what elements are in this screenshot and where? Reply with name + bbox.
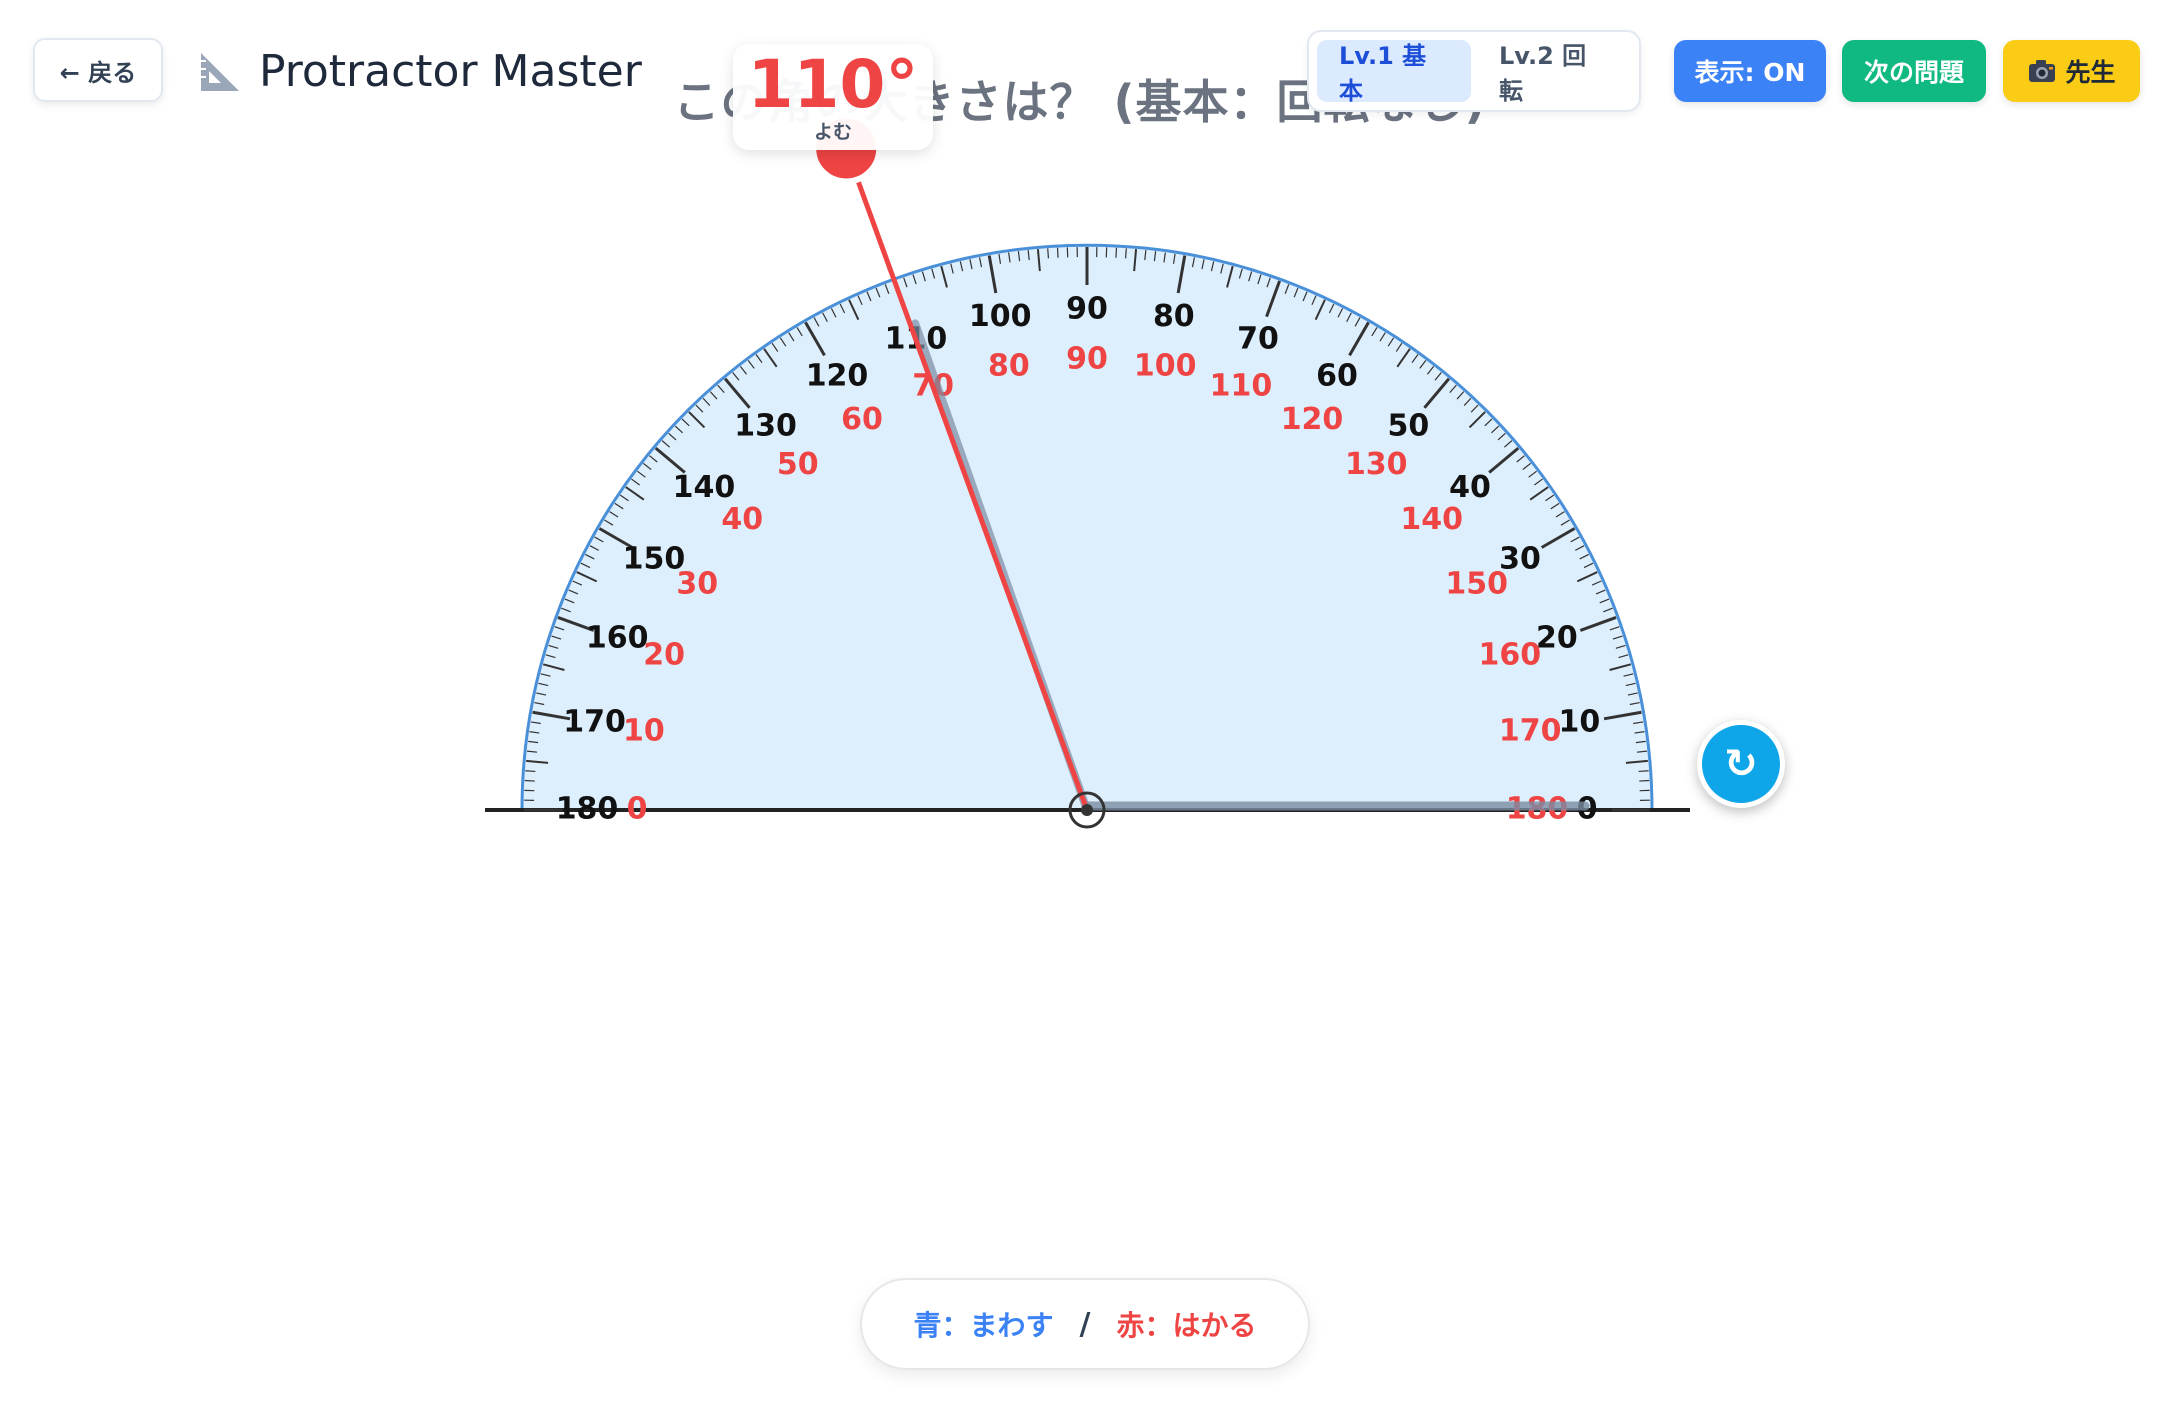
scale-tick xyxy=(525,770,536,773)
inner-scale-label: 160 xyxy=(1479,638,1542,673)
next-question-button[interactable]: 次の問題 xyxy=(1842,40,1986,102)
camera-icon xyxy=(2029,60,2056,82)
angle-readout-caption: よむ xyxy=(813,121,852,143)
outer-scale-label: 90 xyxy=(1066,292,1108,327)
outer-scale-label: 120 xyxy=(806,358,869,393)
scale-tick xyxy=(1047,248,1050,259)
center-dot xyxy=(1081,804,1093,816)
scale-tick xyxy=(1638,770,1649,773)
rotate-icon: ↻ xyxy=(1724,741,1758,787)
protractor-face[interactable] xyxy=(520,243,1654,812)
outer-scale-label: 20 xyxy=(1536,620,1578,655)
inner-scale-label: 40 xyxy=(721,502,763,537)
outer-scale-label: 40 xyxy=(1449,470,1491,505)
inner-scale-label: 120 xyxy=(1281,402,1344,437)
inner-scale-label: 10 xyxy=(623,713,665,748)
rotate-button[interactable]: ↻ xyxy=(1697,720,1785,808)
app-screen: この角の大きさは？ (基本：回転なし) 180 170 160 150 140 130 12… xyxy=(0,0,2160,1411)
app-title-text: Protractor Master xyxy=(259,45,642,97)
outer-scale-label: 70 xyxy=(1237,322,1279,357)
scale-tick xyxy=(1056,247,1059,258)
outer-scale-label: 170 xyxy=(563,705,626,740)
inner-scale-label: 30 xyxy=(676,567,718,602)
outer-scale-label: 160 xyxy=(586,620,649,655)
app-title: Protractor Master xyxy=(195,40,642,102)
tab-level-1[interactable]: Lv.1 基本 xyxy=(1317,40,1471,105)
triangle-ruler-icon xyxy=(201,53,239,91)
inner-scale-label: 50 xyxy=(777,447,819,482)
outer-scale-label: 130 xyxy=(734,408,797,443)
inner-scale-label: 100 xyxy=(1134,348,1197,383)
level-switch: Lv.1 基本 Lv.2 回転 xyxy=(1307,30,1641,112)
back-button[interactable]: ← 戻る xyxy=(33,38,163,102)
outer-scale-label: 100 xyxy=(969,299,1032,334)
hint-blue: 青：まわす xyxy=(913,1309,1054,1342)
inner-scale-label: 0 xyxy=(627,792,648,827)
outer-scale-label: 180 xyxy=(556,792,619,827)
outer-scale-label: 80 xyxy=(1153,299,1195,334)
inner-scale-label: 60 xyxy=(841,402,883,437)
scale-tick xyxy=(524,779,535,782)
outer-scale-label: 10 xyxy=(1559,705,1601,740)
scale-tick xyxy=(1124,248,1127,259)
angle-readout: 110° よむ xyxy=(733,44,933,150)
inner-scale-label: 80 xyxy=(988,348,1030,383)
angle-readout-value: 110° xyxy=(747,46,919,123)
teacher-button[interactable]: 先生 xyxy=(2003,40,2140,102)
inner-scale-label: 20 xyxy=(643,638,685,673)
display-toggle-button[interactable]: 表示: ON xyxy=(1674,40,1826,102)
tab-level-2[interactable]: Lv.2 回転 xyxy=(1477,40,1631,105)
controls-hint: 青：まわす / 赤：はかる xyxy=(860,1278,1310,1370)
protractor: 1801701601501401301201101009080706050403… xyxy=(485,112,1690,829)
teacher-button-label: 先生 xyxy=(2065,58,2116,87)
hint-red: 赤：はかる xyxy=(1116,1309,1257,1342)
inner-scale-label: 130 xyxy=(1345,447,1408,482)
inner-scale-label: 140 xyxy=(1400,502,1463,537)
inner-scale-label: 90 xyxy=(1066,342,1108,377)
outer-scale-label: 140 xyxy=(673,470,736,505)
inner-scale-label: 150 xyxy=(1445,567,1508,602)
inner-scale-label: 170 xyxy=(1499,713,1562,748)
inner-scale-label: 110 xyxy=(1210,369,1273,404)
scale-tick xyxy=(1115,247,1118,258)
scale-tick xyxy=(1639,779,1650,782)
outer-scale-label: 50 xyxy=(1388,408,1430,443)
hint-separator: / xyxy=(1079,1306,1091,1342)
outer-scale-label: 60 xyxy=(1316,358,1358,393)
